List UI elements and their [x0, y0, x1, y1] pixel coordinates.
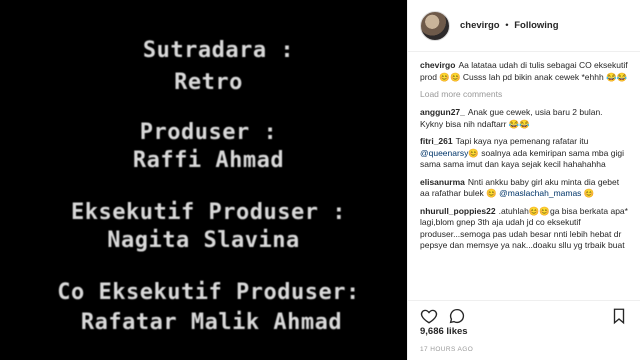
credit-line: Produser : — [139, 120, 278, 145]
following-button[interactable]: Following — [514, 20, 558, 31]
avatar[interactable] — [420, 10, 450, 41]
caption: chevirgo Aa latataa udah di tulis sebagai… — [420, 60, 628, 83]
heart-icon[interactable] — [420, 307, 438, 325]
credit-line: Sutradara : — [142, 38, 295, 63]
comment-username[interactable]: elisanurma — [420, 177, 465, 187]
credit-line: Eksekutif Produser : — [71, 200, 346, 225]
list-item: elisanurma Nnti ankku baby girl aku minta… — [420, 177, 628, 200]
list-item: anggun27_ Anak gue cewek, usia baru 2 bul… — [420, 107, 628, 130]
credit-line: Raffi Ahmad — [132, 148, 285, 173]
header-text: chevirgo • Following — [460, 20, 559, 31]
comment-username[interactable]: nhurull_poppies22 — [420, 206, 496, 216]
post-side-panel: chevirgo • Following chevirgo Aa latataa … — [407, 0, 640, 360]
comment-username[interactable]: chevirgo — [420, 60, 455, 70]
separator-dot: • — [505, 20, 509, 31]
action-bar — [408, 300, 640, 325]
credit-line: Nagita Slavina — [107, 228, 300, 253]
credit-line: Rafatar Malik Ahmad — [80, 310, 343, 335]
credits-overlay: Sutradara : Retro Produser : Raffi Ahmad… — [0, 0, 407, 360]
comment-text: Tapi kaya nya pemenang rafatar itu — [455, 136, 589, 146]
post-media: Sutradara : Retro Produser : Raffi Ahmad… — [0, 0, 407, 360]
mention-link[interactable]: @maslachah_mamas — [499, 188, 581, 198]
list-item: fitri_261 Tapi kaya nya pemenang rafatar … — [420, 136, 628, 171]
post-timestamp: 17 HOURS AGO — [420, 346, 474, 353]
comment-username[interactable]: anggun27_ — [420, 107, 465, 117]
bookmark-icon[interactable] — [610, 307, 628, 325]
mention-link[interactable]: @queenarsy — [420, 148, 468, 158]
load-more-comments-link[interactable]: Load more comments — [420, 89, 628, 99]
comments-list: chevirgo Aa latataa udah di tulis sebagai… — [408, 52, 640, 300]
list-item: nhurull_poppies22 .atuhlah😊😊ga bisa berka… — [420, 206, 628, 252]
username-link[interactable]: chevirgo — [460, 20, 500, 31]
post-header: chevirgo • Following — [408, 0, 640, 52]
credit-line: Retro — [174, 70, 243, 95]
comment-username[interactable]: fitri_261 — [420, 136, 453, 146]
likes-count[interactable]: 9,686 likes — [420, 326, 468, 337]
comment-icon[interactable] — [448, 307, 466, 325]
comment-text: 😊 — [581, 188, 595, 198]
credit-line: Co Eksekutif Produser: — [57, 280, 360, 305]
